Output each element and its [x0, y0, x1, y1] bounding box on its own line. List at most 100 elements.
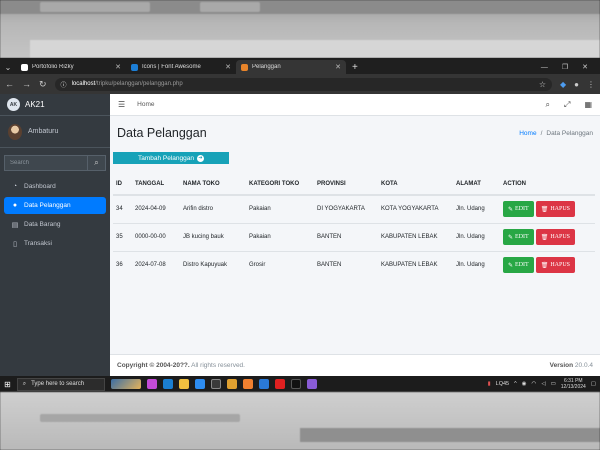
close-tab-icon[interactable]: ✕ [115, 63, 121, 71]
cell-category: Grosir [246, 250, 314, 279]
clock-date: 12/13/2024 [560, 384, 586, 390]
delete-button[interactable]: 🗑 HAPUS [535, 257, 576, 274]
table-row: 35 0000-00-00 JB kucing bauk Pakaian BAN… [113, 222, 595, 251]
search-icon[interactable]: ⌕ [546, 100, 550, 110]
fullscreen-icon[interactable]: ⤢ [564, 100, 570, 110]
wifi-icon[interactable]: ◠ [532, 381, 537, 387]
add-customer-label: Tambah Pelanggan [137, 154, 194, 162]
edge-icon[interactable] [162, 379, 173, 389]
cell-id: 36 [113, 250, 132, 279]
close-tab-icon[interactable]: ✕ [225, 63, 231, 71]
edit-button[interactable]: ✎ EDIT [503, 201, 534, 218]
forward-icon[interactable]: → [22, 79, 31, 89]
user-name: Ambaturu [28, 128, 59, 135]
menu-icon[interactable]: ⋮ [587, 80, 595, 89]
cell-id: 35 [113, 222, 132, 251]
youtube-icon[interactable] [274, 379, 285, 389]
url-bar[interactable]: ⓘ localhost/tripku/pelanggan/pelanggan.p… [54, 77, 552, 91]
cell-store-name: Distro Kapuyuak [180, 250, 246, 279]
sidebar-nav: ◔ Dashboard ● Data Pelanggan ▤ Data Bara… [0, 178, 110, 252]
maximize-icon[interactable]: ❐ [562, 63, 568, 71]
brand-logo: AK [7, 98, 20, 111]
site-info-icon[interactable]: ⓘ [61, 80, 67, 89]
minimize-icon[interactable]: — [541, 64, 548, 71]
breadcrumb-current: Data Pelanggan [546, 129, 593, 137]
delete-button[interactable]: 🗑 HAPUS [535, 229, 576, 245]
windows-start-icon[interactable]: ⊞ [4, 380, 11, 389]
vscode-icon[interactable] [258, 379, 269, 389]
app-icon[interactable] [146, 379, 157, 389]
edit-label: EDIT [515, 234, 529, 240]
news-widget-icon[interactable] [110, 379, 141, 389]
cell-date: 2024-04-09 [132, 194, 180, 223]
add-customer-button[interactable]: Tambah Pelanggan ➜ [113, 152, 229, 164]
favicon-icon [21, 63, 28, 71]
sidebar-item-data-pelanggan[interactable]: ● Data Pelanggan [4, 197, 106, 214]
sidebar-item-label: Transaksi [24, 240, 52, 247]
hamburger-icon[interactable]: ☰ [118, 100, 125, 109]
edit-label: EDIT [515, 206, 529, 213]
app-icon[interactable] [306, 379, 317, 389]
blurred-text [40, 414, 240, 422]
edit-button[interactable]: ✎ EDIT [503, 229, 534, 245]
store-icon[interactable] [194, 379, 205, 389]
grid-icon[interactable]: ▦ [584, 100, 592, 110]
blurred-background-bottom [0, 392, 600, 450]
edit-icon: ✎ [508, 206, 514, 213]
browser-tab[interactable]: Icons | Font Awesome ✕ [126, 60, 236, 74]
nav-home-link[interactable]: Home [137, 101, 154, 108]
new-tab-button[interactable]: + [346, 60, 364, 74]
bookmark-star-icon[interactable]: ☆ [539, 80, 546, 89]
cell-id: 34 [113, 194, 132, 223]
notification-icon[interactable]: ▢ [591, 381, 596, 387]
battery-icon[interactable]: ▭ [551, 381, 556, 387]
clock[interactable]: 6:31 PM 12/13/2024 [561, 378, 586, 390]
version-label: Version [549, 362, 574, 369]
taskbar-search[interactable]: ⌕ Type here to search [16, 377, 105, 391]
close-tab-icon[interactable]: ✕ [335, 63, 341, 71]
breadcrumb-home-link[interactable]: Home [519, 130, 536, 137]
file-icon: ▯ [13, 240, 17, 248]
tab-title: Portofolio Rizky [32, 64, 74, 70]
sidebar-item-dashboard[interactable]: ◔ Dashboard [4, 178, 106, 195]
search-icon: ⌕ [22, 380, 27, 387]
extension-icon[interactable]: ◆ [560, 80, 566, 89]
tab-search-icon[interactable]: ⌄ [0, 60, 16, 74]
xampp-icon[interactable] [242, 379, 253, 389]
reload-icon[interactable]: ↻ [39, 79, 47, 90]
edit-button[interactable]: ✎ EDIT [503, 257, 534, 274]
customer-table: ID TANGGAL NAMA TOKO KATEGORI TOKO PROVI… [113, 174, 595, 279]
tray-ticker[interactable]: LQ45 [496, 381, 509, 387]
extensions-area: ◆ ● ⋮ [560, 80, 595, 89]
back-icon[interactable]: ← [5, 79, 14, 89]
tiktok-icon[interactable] [290, 379, 301, 389]
cell-category: Pakaian [246, 194, 314, 223]
volume-icon[interactable]: ◁ [541, 381, 545, 387]
favicon-icon [241, 63, 248, 71]
file-explorer-icon[interactable] [178, 379, 189, 389]
cell-actions: ✎ EDIT 🗑 HAPUS [500, 194, 595, 223]
edit-label: EDIT [515, 262, 529, 269]
sidebar-search-input[interactable] [4, 155, 87, 171]
brand[interactable]: AK AK21 [0, 94, 110, 116]
cell-date: 0000-00-00 [132, 222, 180, 251]
sidebar-item-data-barang[interactable]: ▤ Data Barang [4, 216, 106, 233]
content-header: Data Pelanggan Home / Data Pelanggan [110, 116, 600, 150]
github-icon[interactable] [210, 379, 221, 389]
chrome-icon[interactable] [226, 379, 237, 389]
user-panel[interactable]: Ambaturu [0, 116, 110, 148]
chevron-up-icon[interactable]: ^ [514, 381, 517, 387]
delete-label: HAPUS [550, 262, 571, 269]
network-icon[interactable]: ◉ [522, 381, 527, 387]
column-header: KATEGORI TOKO [246, 174, 314, 196]
browser-toolbar: ← → ↻ ⓘ localhost/tripku/pelanggan/pelan… [0, 74, 600, 94]
cell-city: KABUPATEN LEBAK [378, 250, 453, 279]
close-window-icon[interactable]: ✕ [582, 63, 588, 71]
sidebar-item-transaksi[interactable]: ▯ Transaksi [4, 235, 106, 252]
profile-icon[interactable]: ● [574, 80, 579, 89]
browser-tab[interactable]: Portofolio Rizky ✕ [16, 60, 126, 74]
browser-tab-active[interactable]: Pelanggan ✕ [236, 60, 346, 74]
delete-button[interactable]: 🗑 HAPUS [535, 201, 576, 218]
search-icon[interactable]: ⌕ [87, 155, 106, 171]
column-header: ID [113, 174, 132, 196]
